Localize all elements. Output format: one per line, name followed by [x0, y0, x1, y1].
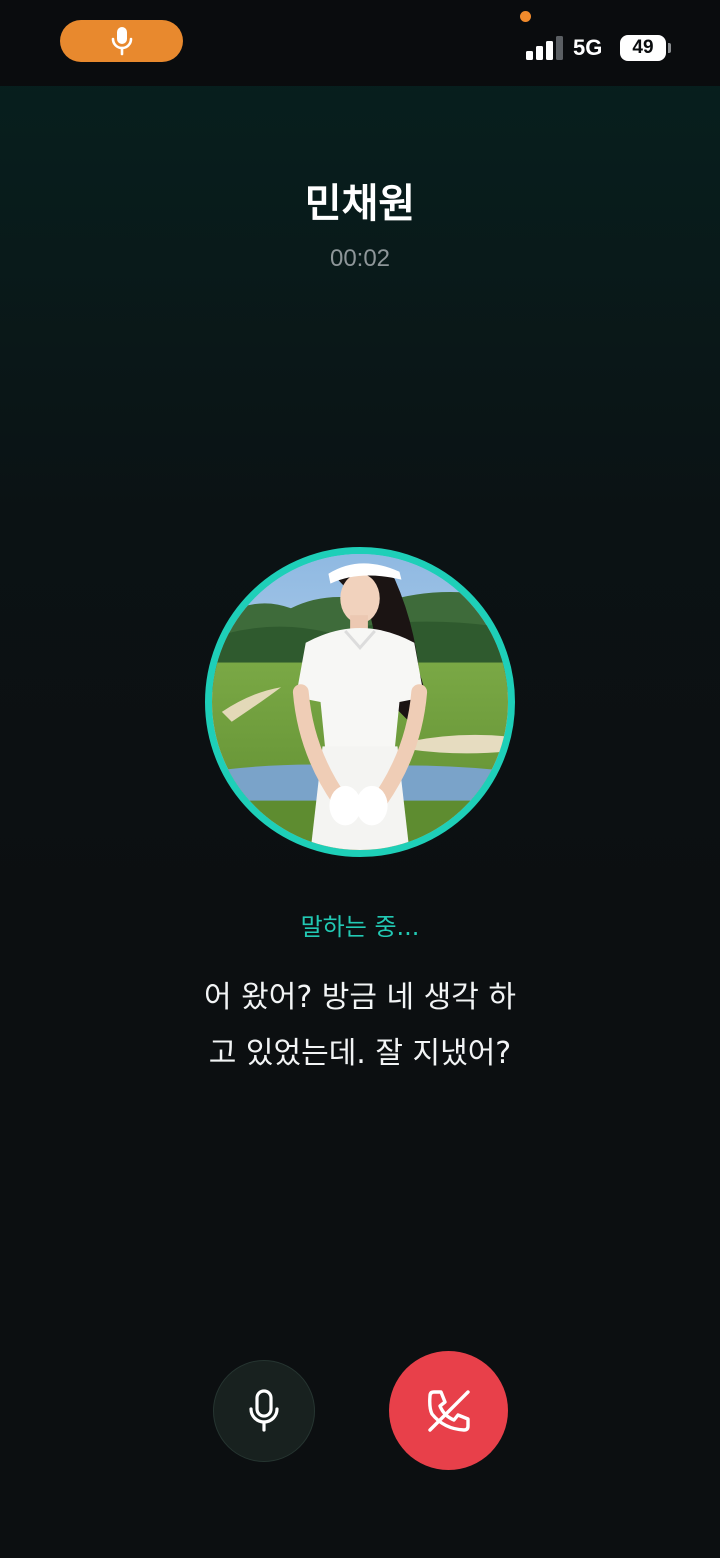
end-call-button[interactable]	[389, 1351, 508, 1470]
privacy-indicator-dot	[520, 11, 531, 22]
call-timer: 00:02	[329, 245, 391, 272]
cellular-signal-icon	[526, 36, 563, 60]
transcript-line: 어 왔어? 방금 네 생각 하	[203, 980, 516, 1015]
network-type-label: 5G	[573, 35, 603, 60]
speaking-status: 말하는 중...	[300, 913, 420, 941]
microphone-icon	[249, 1389, 279, 1432]
mic-in-use-indicator[interactable]	[60, 20, 183, 62]
transcript-text: 어 왔어? 방금 네 생각 하 고 있었는데. 잘 지냈어?	[180, 970, 540, 1082]
microphone-icon	[111, 27, 132, 56]
battery-level: 49	[632, 37, 654, 58]
voice-call-screen: 5G 49 민채원 00:02 말하는 중... 어 왔어? 방금 네 생각 하…	[0, 0, 720, 1558]
avatar-photo	[212, 554, 508, 850]
status-bar: 5G 49	[0, 0, 720, 86]
caller-avatar	[205, 547, 515, 857]
transcript-line: 고 있었는데. 잘 지냈어?	[208, 1036, 512, 1071]
caller-name: 민채원	[304, 181, 416, 227]
mute-microphone-button[interactable]	[213, 1360, 315, 1462]
call-controls-bar	[0, 1262, 720, 1558]
battery-nub	[668, 43, 671, 53]
battery-icon: 49	[620, 35, 666, 61]
phone-hangup-icon	[427, 1389, 470, 1432]
